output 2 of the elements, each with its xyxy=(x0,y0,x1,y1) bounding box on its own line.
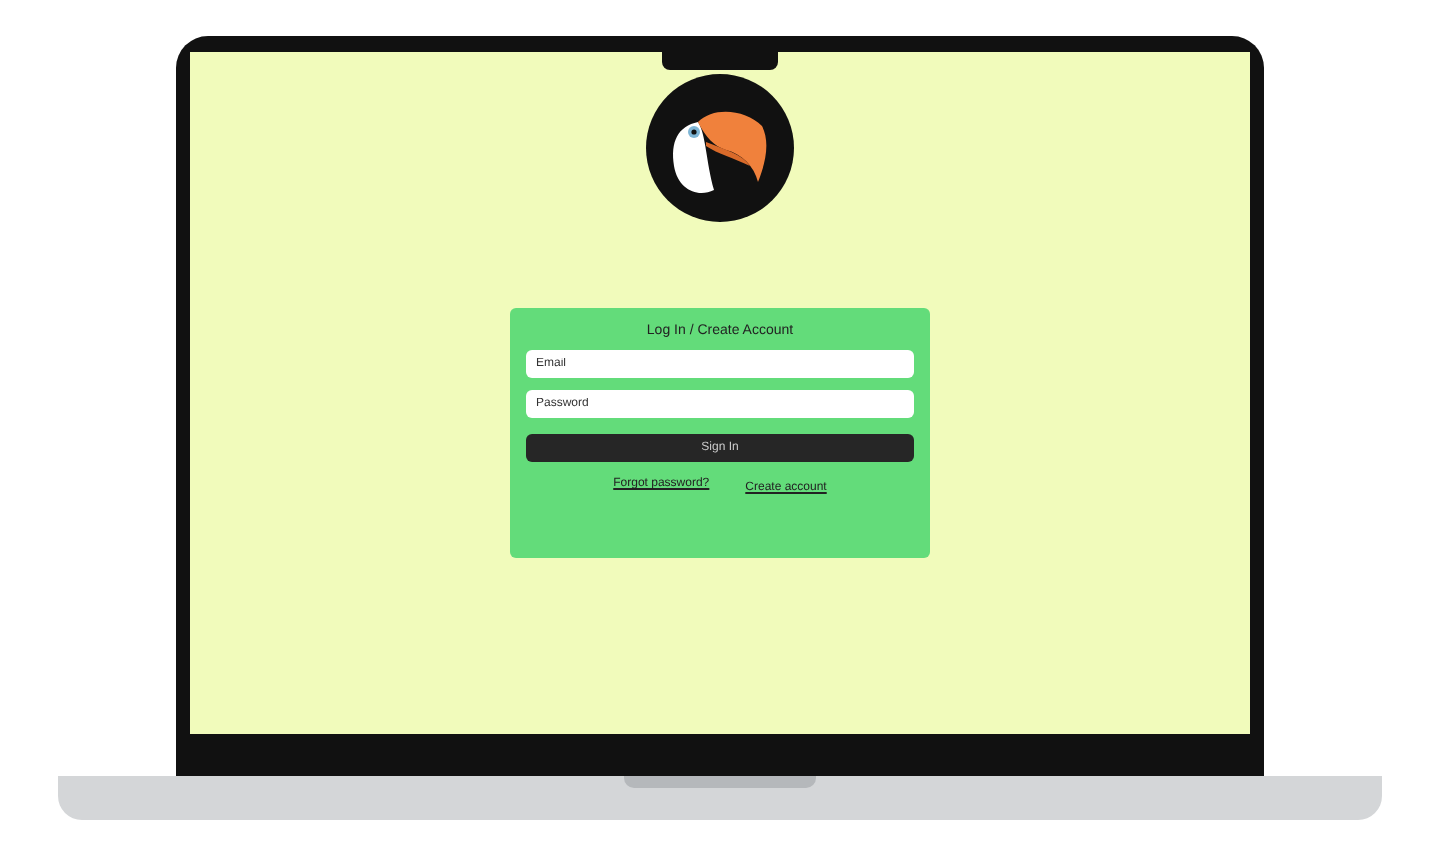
camera-notch xyxy=(662,52,778,70)
toucan-logo-icon xyxy=(646,74,794,222)
